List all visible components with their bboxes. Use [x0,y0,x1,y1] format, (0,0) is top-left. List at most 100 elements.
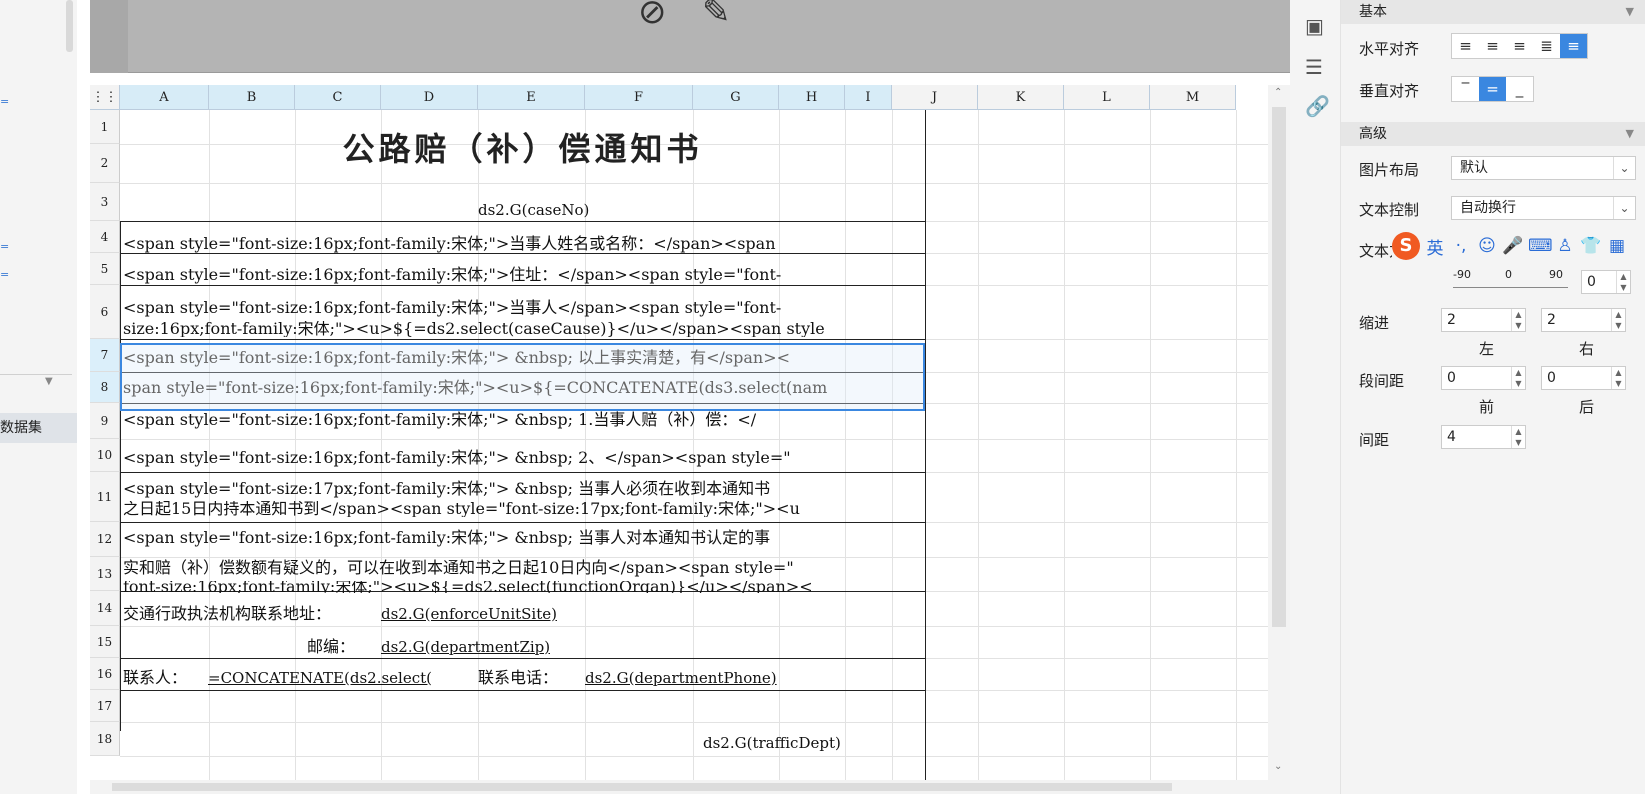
para-before-input[interactable]: 0 ▲ ▼ [1441,366,1526,390]
scroll-up-icon[interactable]: ⌃ [1274,87,1282,98]
cell-D14[interactable]: ds2.G(enforceUnitSite) [381,599,557,629]
row-header[interactable]: 2 [90,144,120,183]
left-panel-scrollbar[interactable] [66,0,73,52]
cell-A5[interactable]: <span style="font-size:16px;font-family:… [123,260,781,290]
select-all-corner[interactable]: ⋮⋮ [90,85,120,110]
cell-A6[interactable]: <span style="font-size:16px;font-family:… [123,293,781,323]
row-header[interactable]: 1 [90,110,120,144]
chevron-down-icon[interactable]: ⌄ [1613,197,1635,219]
row-header[interactable]: 8 [90,372,120,403]
cell-E16[interactable]: 联系电话： [478,663,558,693]
row-header[interactable]: 10 [90,439,120,472]
row-header[interactable]: 5 [90,253,120,285]
stepper-icon[interactable]: ▲ ▼ [1611,309,1625,331]
cell-C15[interactable]: 邮编： [307,632,355,662]
section-basic[interactable]: 基本 ▼ [1341,0,1645,24]
hyperlink-icon[interactable]: 🔗 [1305,94,1330,118]
image-layout-select[interactable]: 默认 ⌄ [1451,156,1636,180]
keyboard-icon[interactable]: ⌨ [1528,236,1553,256]
column-header[interactable]: L [1064,85,1150,110]
scroll-down-icon[interactable]: ⌄ [1274,761,1282,772]
report-title[interactable]: 公路赔（补）偿通知书 [120,107,925,191]
rotation-input[interactable]: 0 ▲ ▼ [1581,270,1631,294]
dataset-tab[interactable]: 数据集 [0,413,77,443]
align-justify-button[interactable]: ≣ [1533,34,1560,58]
align-top-button[interactable]: ‾ [1452,77,1479,101]
row-header[interactable]: 15 [90,626,120,658]
stepper-icon[interactable]: ▲ ▼ [1511,367,1525,389]
chevron-down-icon[interactable]: ⌄ [1613,157,1635,179]
stepper-icon[interactable]: ▲ ▼ [1511,426,1525,448]
row-header[interactable]: 11 [90,472,120,522]
cell-F16[interactable]: ds2.G(departmentPhone) [585,663,777,693]
column-header[interactable]: M [1150,85,1236,110]
section-advanced[interactable]: 高级 ▼ [1341,122,1645,146]
sogou-logo-icon[interactable]: S [1392,232,1420,260]
emoji-icon[interactable]: ☺ [1476,236,1498,256]
before-label: 前 [1479,398,1495,416]
indent-left-input[interactable]: 2 ▲ ▼ [1441,308,1526,332]
chevron-down-icon[interactable]: ▼ [1626,0,1634,24]
cell-G18[interactable]: ds2.G(trafficDept) [703,728,841,758]
stepper-icon[interactable]: ▲ ▼ [1611,367,1625,389]
row-header[interactable]: 14 [90,591,120,626]
scroll-thumb[interactable] [112,783,1172,791]
cell-A9[interactable]: <span style="font-size:16px;font-family:… [123,405,756,435]
row-header[interactable]: 12 [90,522,120,557]
pencil-icon[interactable]: ✎ [702,0,731,32]
row-header[interactable]: 13 [90,557,120,591]
spacing-input[interactable]: 4 ▲ ▼ [1441,425,1526,449]
cell-B16[interactable]: =CONCATENATE(ds2.select( [208,663,468,693]
indent-right-input[interactable]: 2 ▲ ▼ [1541,308,1626,332]
para-spacing-label: 段间距 [1359,372,1405,390]
stepper-icon[interactable]: ▲ ▼ [1511,309,1525,331]
cell-A11[interactable]: <span style="font-size:17px;font-family:… [123,474,770,504]
horizontal-scrollbar[interactable] [90,780,1290,794]
cell-A4[interactable]: <span style="font-size:16px;font-family:… [123,229,776,259]
align-left-button[interactable]: ≡ [1452,34,1479,58]
row-header[interactable]: 7 [90,339,120,372]
scroll-thumb[interactable] [1272,107,1286,627]
cell-A13[interactable]: 实和赔（补）偿数额有疑义的，可以在收到本通知书之日起10日内向</span><s… [123,553,794,583]
cell-A16[interactable]: 联系人： [123,663,187,693]
toolbox-icon[interactable]: ▦ [1606,236,1628,256]
vertical-scrollbar[interactable]: ⌃ ⌄ [1268,85,1290,780]
punctuation-icon[interactable]: ·, [1450,236,1472,256]
align-right-button[interactable]: ≡ [1506,34,1533,58]
row-header[interactable]: 3 [90,183,120,221]
row-header[interactable]: 9 [90,403,120,439]
skin-icon[interactable]: 👕 [1580,236,1602,256]
cell-A10[interactable]: <span style="font-size:16px;font-family:… [123,443,791,473]
align-bottom-button[interactable]: _ [1506,77,1533,101]
cell-A12[interactable]: <span style="font-size:16px;font-family:… [123,523,770,553]
row-header[interactable]: 4 [90,221,120,253]
chevron-down-icon[interactable]: ▼ [1626,122,1634,146]
microphone-icon[interactable]: 🎤 [1502,236,1524,256]
para-after-input[interactable]: 0 ▲ ▼ [1541,366,1626,390]
align-distributed-button[interactable]: ≡ [1560,34,1587,58]
row-header[interactable]: 6 [90,285,120,339]
ime-toolbar: S 英 ·, ☺ 🎤 ⌨ ♙ 👕 ▦ [1392,231,1645,261]
align-center-button[interactable]: ≡ [1479,34,1506,58]
column-header[interactable]: K [978,85,1064,110]
spreadsheet-grid[interactable]: ⋮⋮ ABCDEFGHIJKLM 1 2 3 4 5 6 7 8 9 10 11 12 13 14 15 16… [90,85,1290,780]
collapse-arrow-icon[interactable]: ▼ [45,376,53,387]
user-icon[interactable]: ♙ [1554,236,1576,256]
row-header[interactable]: 16 [90,658,120,690]
cell-element-icon[interactable]: ☰ [1305,55,1323,79]
align-middle-button[interactable]: = [1479,77,1506,101]
row-header[interactable]: 18 [90,722,120,756]
row-header[interactable]: 17 [90,690,120,722]
eye-hidden-icon[interactable]: ⊘ [638,0,667,32]
cell-attribute-icon[interactable]: ▣ [1305,14,1324,38]
grid-line [845,110,846,780]
cell-A14[interactable]: 交通行政执法机构联系地址： [123,599,331,629]
cell-A8[interactable]: span style="font-size:16px;font-family:宋… [123,373,827,403]
rotation-slider[interactable]: -90 0 90 [1453,268,1568,288]
text-control-select[interactable]: 自动换行 ⌄ [1451,196,1636,220]
cell-D15[interactable]: ds2.G(departmentZip) [381,632,550,662]
cell-A7[interactable]: <span style="font-size:16px;font-family:… [123,343,790,373]
ime-language-toggle[interactable]: 英 [1424,234,1446,259]
stepper-icon[interactable]: ▲ ▼ [1616,271,1630,293]
cell-E3[interactable]: ds2.G(caseNo) [478,195,589,225]
